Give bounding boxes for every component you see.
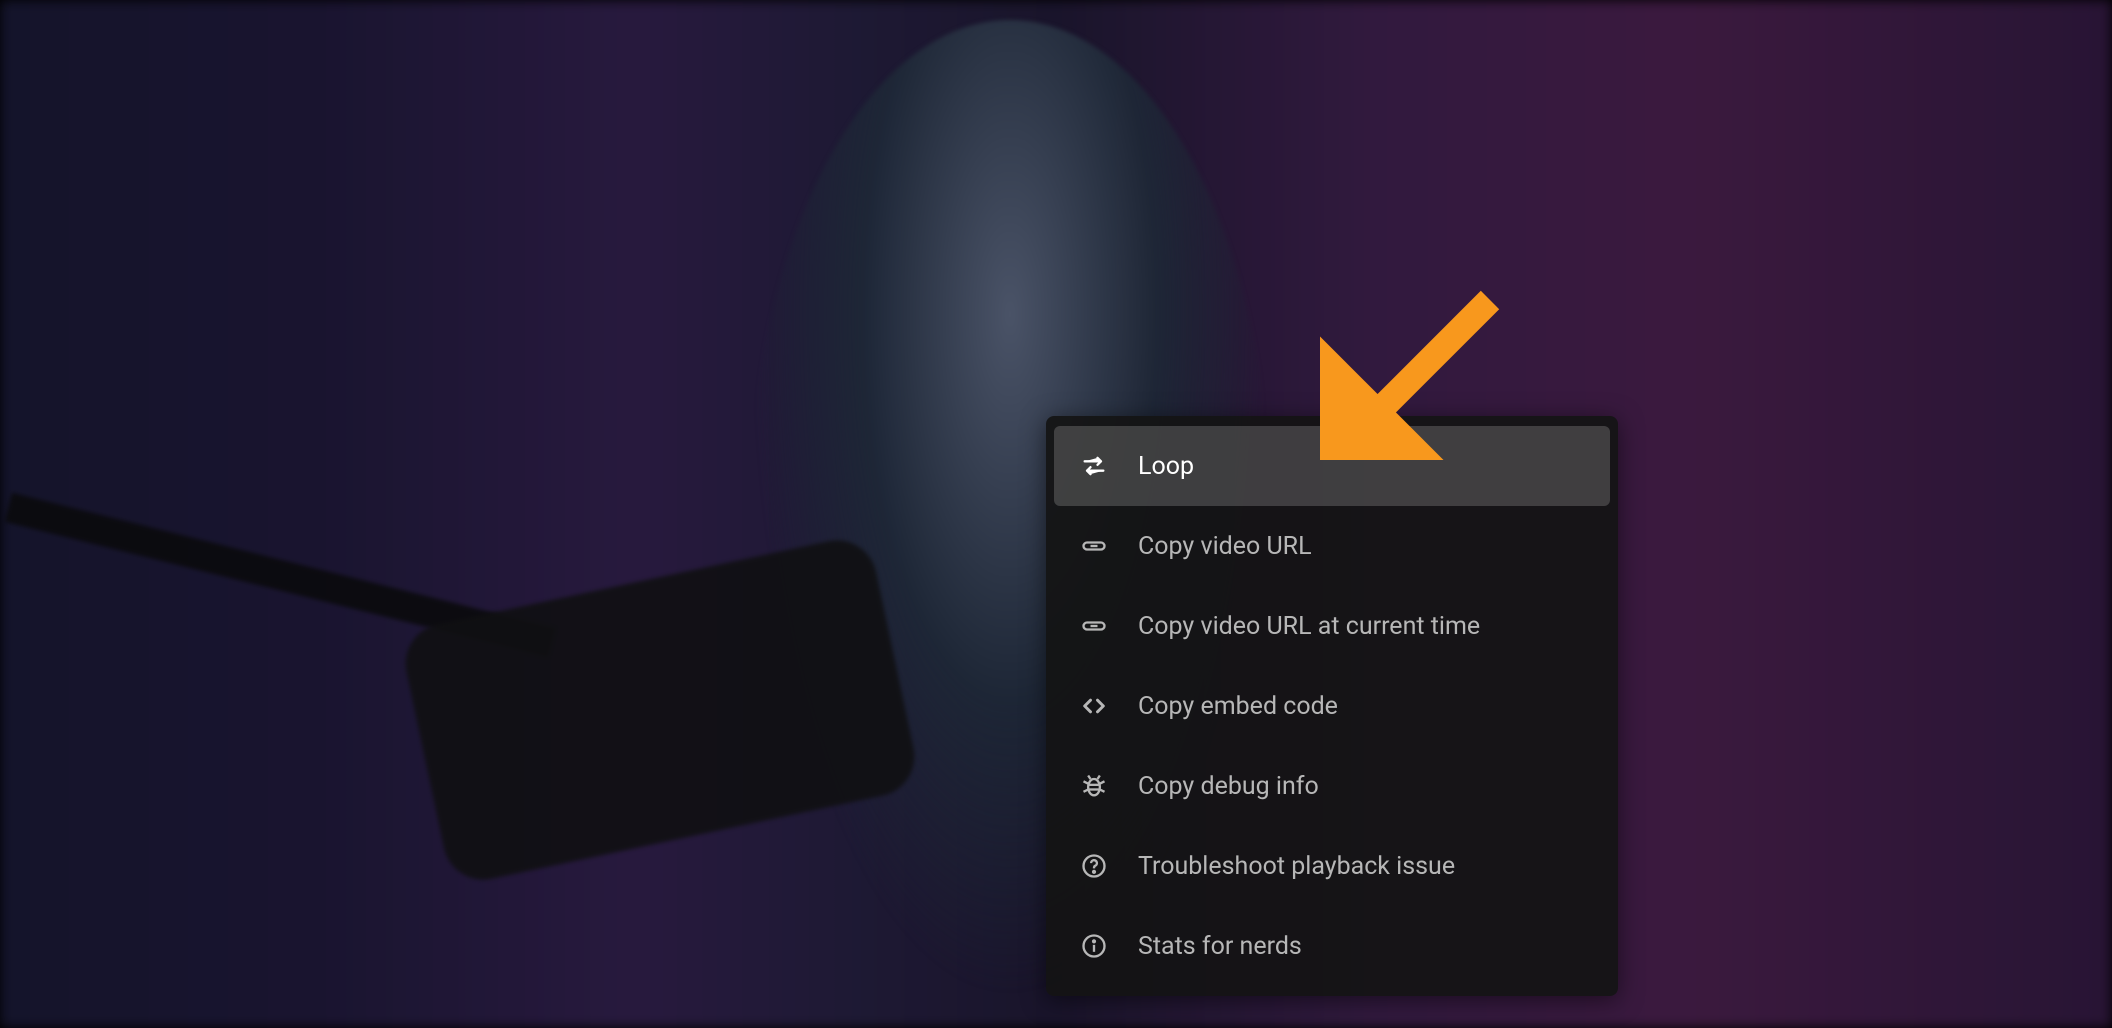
info-icon bbox=[1080, 932, 1108, 960]
help-icon bbox=[1080, 852, 1108, 880]
menu-item-copy-debug[interactable]: Copy debug info bbox=[1054, 746, 1610, 826]
code-icon bbox=[1080, 692, 1108, 720]
menu-item-label: Loop bbox=[1138, 452, 1194, 481]
menu-item-label: Stats for nerds bbox=[1138, 932, 1302, 961]
loop-icon bbox=[1080, 452, 1108, 480]
link-icon bbox=[1080, 532, 1108, 560]
menu-item-label: Copy video URL bbox=[1138, 532, 1312, 561]
menu-item-label: Copy embed code bbox=[1138, 692, 1338, 721]
menu-item-label: Troubleshoot playback issue bbox=[1138, 852, 1455, 881]
menu-item-copy-url[interactable]: Copy video URL bbox=[1054, 506, 1610, 586]
bug-icon bbox=[1080, 772, 1108, 800]
menu-item-label: Copy video URL at current time bbox=[1138, 612, 1480, 641]
link-icon bbox=[1080, 612, 1108, 640]
menu-item-troubleshoot[interactable]: Troubleshoot playback issue bbox=[1054, 826, 1610, 906]
menu-item-label: Copy debug info bbox=[1138, 772, 1319, 801]
menu-item-copy-url-time[interactable]: Copy video URL at current time bbox=[1054, 586, 1610, 666]
menu-item-stats[interactable]: Stats for nerds bbox=[1054, 906, 1610, 986]
menu-item-loop[interactable]: Loop bbox=[1054, 426, 1610, 506]
video-context-menu: Loop Copy video URL Copy video URL at cu… bbox=[1046, 416, 1618, 996]
menu-item-copy-embed[interactable]: Copy embed code bbox=[1054, 666, 1610, 746]
